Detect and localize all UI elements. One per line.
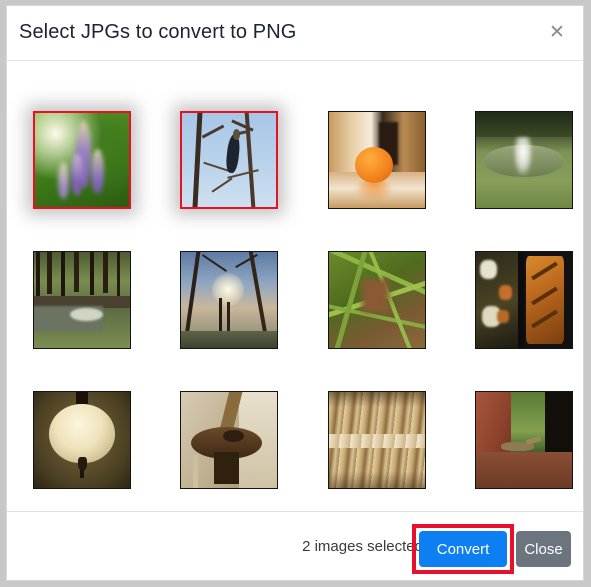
thumbnail-image: [476, 392, 572, 488]
thumbnail-image: [329, 112, 425, 208]
thumbnail-4[interactable]: [475, 111, 573, 209]
thumbnail-image: [181, 252, 277, 348]
thumbnail-image: [329, 252, 425, 348]
thumbnail-7[interactable]: [328, 251, 426, 349]
dialog-header: Select JPGs to convert to PNG ✕: [7, 6, 583, 61]
thumbnail-image: [35, 113, 129, 207]
thumbnail-image: [34, 252, 130, 348]
thumbnail-3[interactable]: [328, 111, 426, 209]
thumbnail-12[interactable]: [475, 391, 573, 489]
thumbnail-image: [476, 112, 572, 208]
selected-count-label: 2 images selected: [302, 538, 423, 555]
thumbnail-2[interactable]: [180, 111, 278, 209]
close-button[interactable]: Close: [516, 531, 571, 567]
dialog-body: [7, 61, 583, 511]
thumbnail-image: [182, 113, 276, 207]
thumbnail-image: [181, 392, 277, 488]
page-title: Select JPGs to convert to PNG: [19, 21, 297, 43]
thumbnail-image: [476, 252, 572, 348]
thumbnail-image: [34, 392, 130, 488]
thumbnail-8[interactable]: [475, 251, 573, 349]
convert-dialog: Select JPGs to convert to PNG ✕ 2 images…: [6, 5, 584, 581]
thumbnail-10[interactable]: [180, 391, 278, 489]
thumbnail-11[interactable]: [328, 391, 426, 489]
thumbnail-image: [329, 392, 425, 488]
thumbnail-6[interactable]: [180, 251, 278, 349]
thumbnail-5[interactable]: [33, 251, 131, 349]
close-x-icon[interactable]: ✕: [543, 19, 571, 47]
thumbnail-grid: [7, 61, 583, 511]
thumbnail-1[interactable]: [33, 111, 131, 209]
thumbnail-9[interactable]: [33, 391, 131, 489]
convert-button[interactable]: Convert: [419, 531, 507, 567]
